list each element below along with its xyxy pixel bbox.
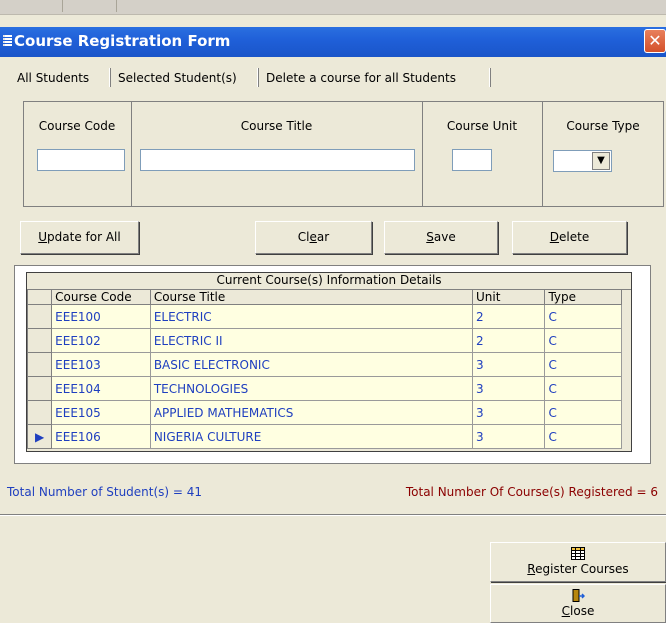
row-selector[interactable] (26, 400, 53, 425)
col-divider (131, 101, 132, 207)
row-selector[interactable] (26, 304, 53, 329)
mnemonic: U (38, 230, 48, 244)
table-row[interactable]: EEE103 BASIC ELECTRONIC 3 C (26, 352, 622, 377)
window-title: Course Registration Form (14, 32, 231, 50)
chevron-down-icon[interactable]: ▼ (592, 152, 610, 170)
cell-code[interactable]: EEE104 (51, 376, 151, 401)
column-header-course-title[interactable]: Course Title (149, 289, 473, 305)
button-label: pdate for All (47, 230, 121, 244)
tab-separator (489, 68, 491, 87)
cell-title[interactable]: APPLIED MATHEMATICS (149, 400, 473, 425)
cell-type[interactable]: C (544, 304, 622, 329)
row-selector[interactable] (26, 352, 53, 377)
row-selector-header (26, 289, 53, 305)
cell-unit[interactable]: 2 (471, 304, 546, 329)
total-courses-label: Total Number Of Course(s) Registered = 6 (405, 485, 658, 499)
button-label: ave (433, 230, 456, 244)
cell-title[interactable]: ELECTRIC II (149, 328, 473, 353)
grid-header-row: Course Code Course Title Unit Type (26, 289, 622, 305)
cell-unit[interactable]: 3 (471, 400, 546, 425)
cell-code[interactable]: EEE105 (51, 400, 151, 425)
cell-title[interactable]: BASIC ELECTRONIC (149, 352, 473, 377)
cell-title[interactable]: ELECTRIC (149, 304, 473, 329)
cell-unit[interactable]: 3 (471, 424, 546, 449)
title-bar: Course Registration Form ✕ (0, 27, 666, 57)
cell-type[interactable]: C (544, 400, 622, 425)
cell-title[interactable]: TECHNOLOGIES (149, 376, 473, 401)
tab-separator (109, 68, 111, 87)
table-row[interactable]: EEE105 APPLIED MATHEMATICS 3 C (26, 400, 622, 425)
cell-code[interactable]: EEE102 (51, 328, 151, 353)
course-type-select[interactable]: ▼ (553, 150, 612, 172)
mnemonic: S (426, 230, 434, 244)
row-selector[interactable]: ▶ (26, 424, 53, 449)
toolbar-button-2[interactable] (62, 0, 117, 12)
close-window-button[interactable]: ✕ (644, 29, 666, 53)
column-header-course-code[interactable]: Course Code (51, 289, 151, 305)
mnemonic: e (309, 230, 317, 244)
cell-code[interactable]: EEE100 (51, 304, 151, 329)
tab-separator (257, 68, 259, 87)
col-divider (542, 101, 543, 207)
grid-inner: Current Course(s) Information Details Co… (26, 272, 632, 452)
table-row[interactable]: ▶ EEE106 NIGERIA CULTURE 3 C (26, 424, 622, 449)
header-course-unit: Course Unit (446, 119, 518, 133)
cell-title[interactable]: NIGERIA CULTURE (149, 424, 473, 449)
table-row[interactable]: EEE100 ELECTRIC 2 C (26, 304, 622, 329)
course-code-input[interactable] (37, 149, 125, 171)
mnemonic: D (549, 230, 560, 244)
cell-unit[interactable]: 2 (471, 328, 546, 353)
grid-caption: Current Course(s) Information Details (27, 273, 631, 290)
button-label: ar (316, 230, 330, 244)
toolbar-button-1[interactable] (0, 0, 63, 12)
col-divider (422, 101, 423, 207)
save-button[interactable]: Save (384, 221, 498, 254)
separator-line (0, 514, 666, 516)
header-course-type: Course Type (566, 119, 640, 133)
cell-type[interactable]: C (544, 376, 622, 401)
grid-body: EEE100 ELECTRIC 2 C EEE102 ELECTRIC II 2 C EEE10… (26, 304, 622, 449)
course-title-input[interactable] (140, 149, 415, 171)
row-selector[interactable] (26, 328, 53, 353)
cell-unit[interactable]: 3 (471, 352, 546, 377)
cell-unit[interactable]: 3 (471, 376, 546, 401)
close-label: Close (561, 604, 595, 618)
course-unit-input[interactable] (452, 149, 492, 171)
table-row[interactable]: EEE104 TECHNOLOGIES 3 C (26, 376, 622, 401)
table-row[interactable]: EEE102 ELECTRIC II 2 C (26, 328, 622, 353)
cell-code[interactable]: EEE103 (51, 352, 151, 377)
row-selector[interactable] (26, 376, 53, 401)
update-for-all-button[interactable]: Update for All (20, 221, 139, 254)
cell-type[interactable]: C (544, 424, 622, 449)
clear-button[interactable]: Clear (255, 221, 372, 254)
register-courses-button[interactable]: Register Courses (490, 542, 666, 582)
header-course-title: Course Title (240, 119, 313, 133)
header-course-code: Course Code (38, 119, 116, 133)
total-students-label: Total Number of Student(s) = 41 (7, 485, 203, 499)
button-label: elete (559, 230, 590, 244)
tab-selected-students[interactable]: Selected Student(s) (114, 67, 241, 89)
column-header-unit[interactable]: Unit (471, 289, 546, 305)
register-courses-label: Register Courses (527, 562, 629, 576)
cell-type[interactable]: C (544, 328, 622, 353)
column-header-type[interactable]: Type (544, 289, 622, 305)
grid-calendar-icon (571, 547, 585, 560)
form-app-icon (3, 35, 12, 47)
courses-grid: Current Course(s) Information Details Co… (14, 265, 651, 464)
parent-window-toolbar-strip (0, 0, 666, 15)
button-label: Cl (297, 230, 310, 244)
close-button[interactable]: Close (490, 584, 666, 623)
cell-code[interactable]: EEE106 (51, 424, 151, 449)
courses-table: Course Code Course Title Unit Type EEE10… (26, 289, 622, 449)
tab-all-students[interactable]: All Students (13, 67, 93, 89)
door-exit-icon (572, 589, 585, 602)
delete-button[interactable]: Delete (512, 221, 627, 254)
cell-type[interactable]: C (544, 352, 622, 377)
tab-delete-course[interactable]: Delete a course for all Students (262, 67, 460, 89)
